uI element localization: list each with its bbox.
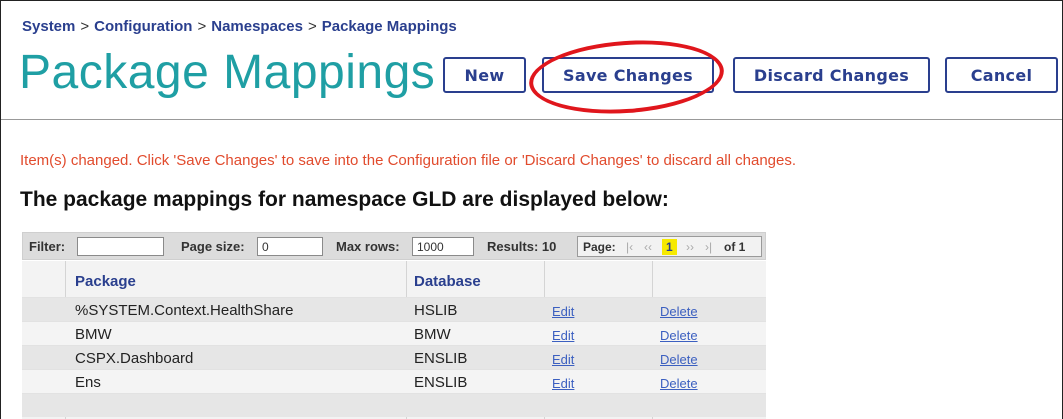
divider	[1, 119, 1062, 120]
database-cell: ENSLIB	[414, 374, 468, 391]
package-cell: CSPX.Dashboard	[75, 350, 194, 367]
package-mappings-table: Package Database %SYSTEM.Context.HealthS…	[22, 261, 766, 419]
table-row: CSPX.Dashboard ENSLIB Edit Delete	[22, 345, 766, 369]
max-rows-input[interactable]: 1000	[412, 237, 474, 256]
table-row: Ens ENSLIB Edit Delete	[22, 369, 766, 393]
first-page-icon[interactable]: |‹	[626, 240, 633, 254]
breadcrumb-separator: >	[80, 18, 90, 35]
save-changes-button[interactable]: Save Changes	[542, 57, 714, 93]
delete-link[interactable]: Delete	[660, 352, 698, 367]
page-size-label: Page size:	[181, 239, 245, 254]
breadcrumb-separator: >	[197, 18, 207, 35]
table-row-partial	[22, 393, 766, 417]
package-cell: BMW	[75, 326, 112, 343]
next-page-icon[interactable]: ››	[686, 240, 694, 254]
table-toolbar: Filter: Page size: 0 Max rows: 1000 Resu…	[22, 232, 766, 260]
previous-page-icon[interactable]: ‹‹	[644, 240, 652, 254]
last-page-icon[interactable]: ›|	[705, 240, 712, 254]
column-header-package[interactable]: Package	[75, 273, 136, 290]
results-count: Results: 10	[487, 239, 557, 254]
edit-link[interactable]: Edit	[552, 352, 574, 367]
current-page[interactable]: 1	[662, 239, 677, 255]
package-cell: %SYSTEM.Context.HealthShare	[75, 302, 294, 319]
table-row: %SYSTEM.Context.HealthShare HSLIB Edit D…	[22, 297, 766, 321]
delete-link[interactable]: Delete	[660, 376, 698, 391]
page-label: Page:	[583, 240, 616, 254]
edit-link[interactable]: Edit	[552, 304, 574, 319]
pager: Page: |‹ ‹‹ 1 ›› ›| of 1	[577, 236, 762, 257]
table-header-row: Package Database	[22, 269, 766, 293]
filter-input[interactable]	[77, 237, 164, 256]
database-cell: ENSLIB	[414, 350, 468, 367]
edit-link[interactable]: Edit	[552, 376, 574, 391]
new-button[interactable]: New	[443, 57, 526, 93]
cancel-button[interactable]: Cancel	[945, 57, 1058, 93]
breadcrumb-configuration[interactable]: Configuration	[94, 18, 192, 35]
breadcrumb-system[interactable]: System	[22, 18, 75, 35]
delete-link[interactable]: Delete	[660, 328, 698, 343]
breadcrumb: System > Configuration > Namespaces > Package …	[22, 18, 457, 35]
edit-link[interactable]: Edit	[552, 328, 574, 343]
breadcrumb-package-mappings[interactable]: Package Mappings	[322, 18, 457, 35]
breadcrumb-separator: >	[307, 18, 317, 35]
status-message: Item(s) changed. Click 'Save Changes' to…	[20, 152, 797, 169]
package-cell: Ens	[75, 374, 101, 391]
max-rows-label: Max rows:	[336, 239, 400, 254]
discard-changes-button[interactable]: Discard Changes	[733, 57, 930, 93]
database-cell: BMW	[414, 326, 451, 343]
page-count: of 1	[724, 240, 746, 254]
breadcrumb-namespaces[interactable]: Namespaces	[211, 18, 303, 35]
database-cell: HSLIB	[414, 302, 458, 319]
page-title: Package Mappings	[19, 46, 436, 99]
section-heading: The package mappings for namespace GLD a…	[20, 188, 669, 211]
table-row: BMW BMW Edit Delete	[22, 321, 766, 345]
column-header-database[interactable]: Database	[414, 273, 481, 290]
filter-label: Filter:	[29, 239, 66, 254]
delete-link[interactable]: Delete	[660, 304, 698, 319]
page-size-input[interactable]: 0	[257, 237, 323, 256]
